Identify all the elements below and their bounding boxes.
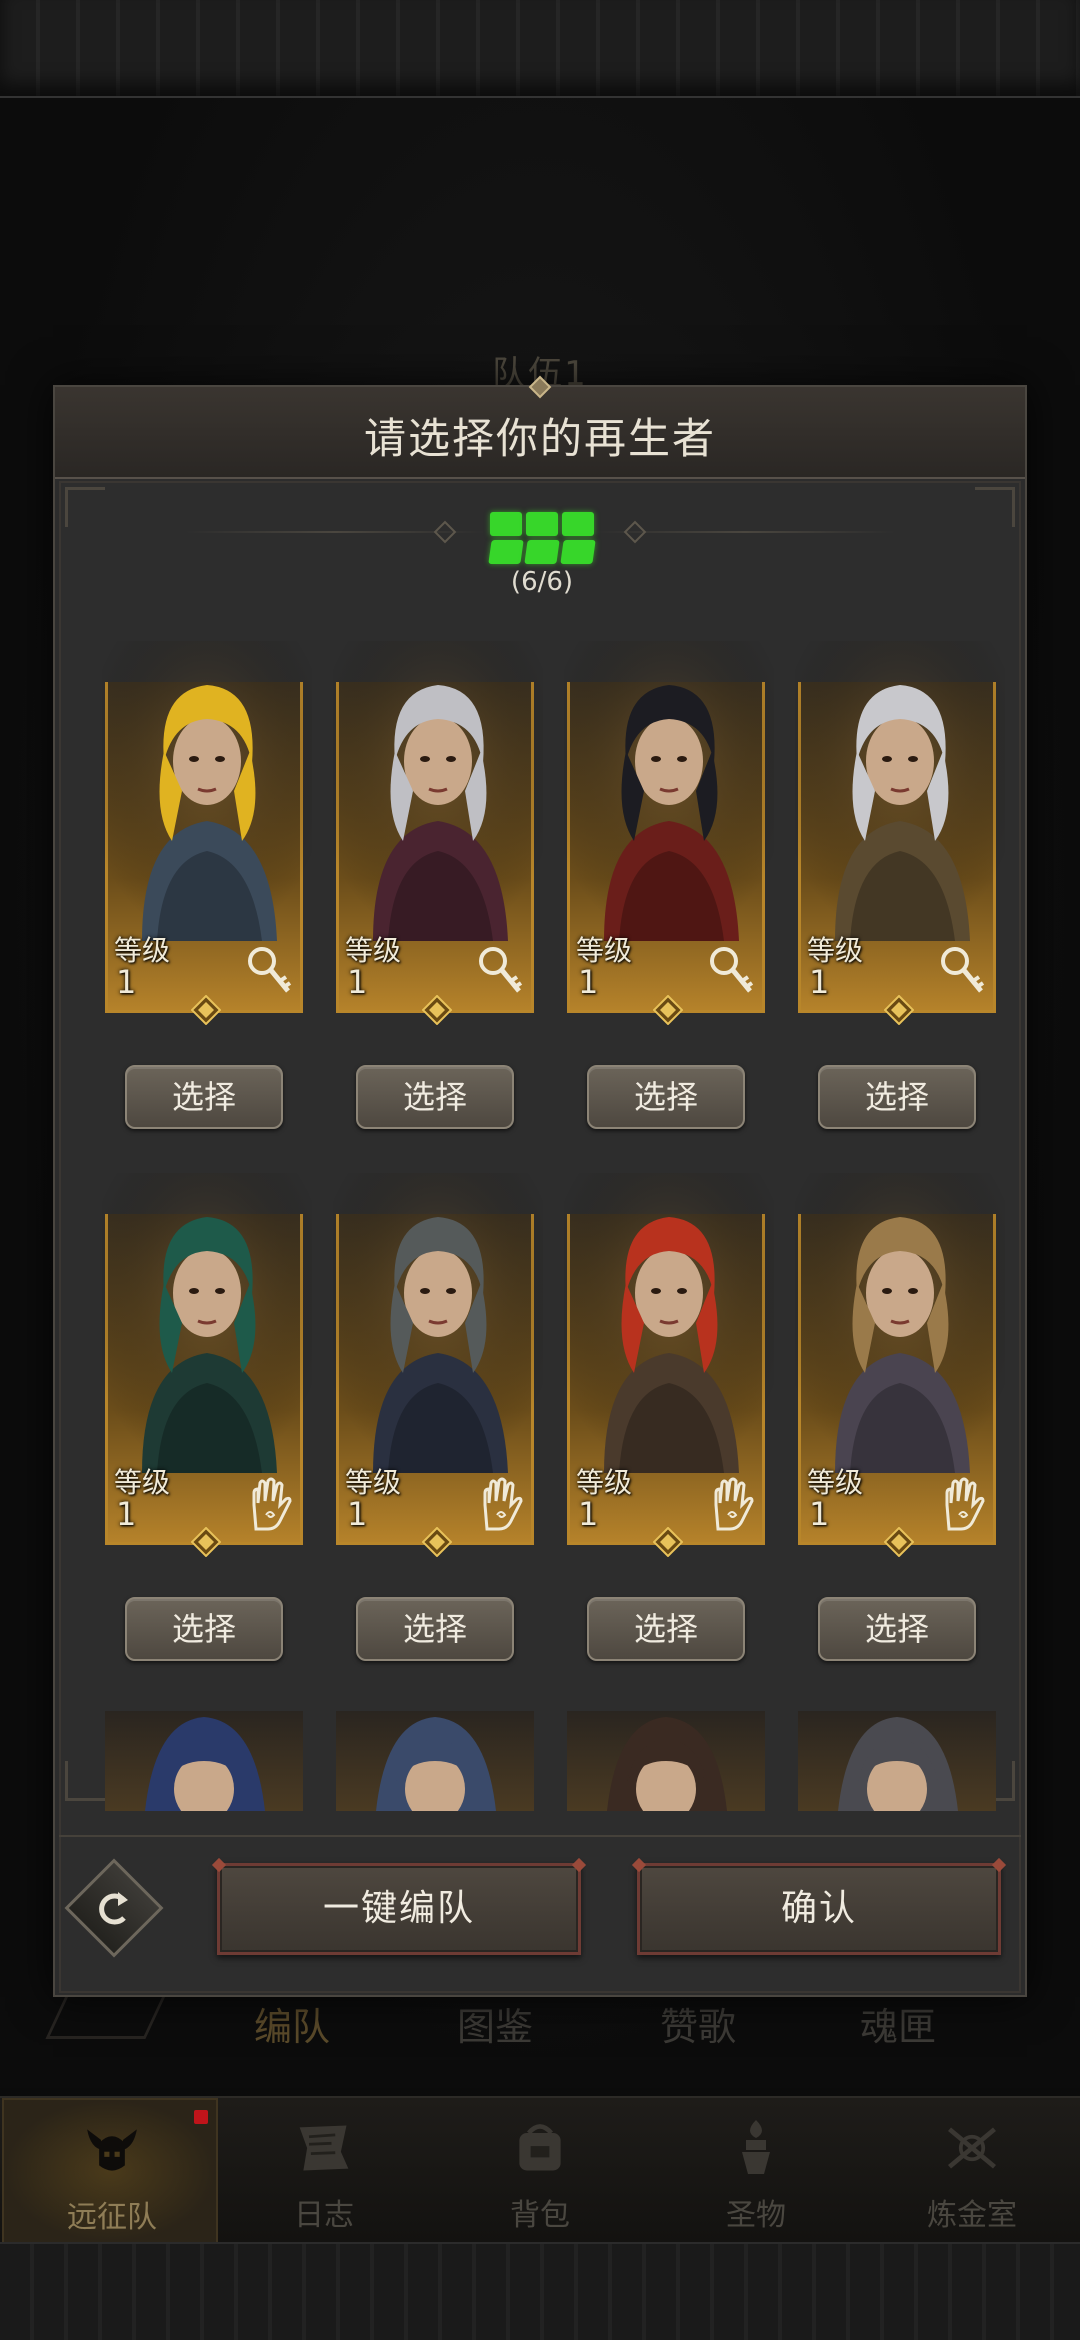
diamond-gem-icon [884, 1527, 914, 1557]
select-hero-button[interactable]: 选择 [356, 1597, 514, 1661]
hero-card[interactable]: 等级 1 [564, 641, 774, 1025]
hero-card-partial[interactable] [567, 1711, 765, 1811]
nav-label-relics: 圣物 [726, 2198, 786, 2233]
level-value: 1 [116, 963, 137, 1001]
slot-filled [488, 540, 524, 564]
hero-portrait [607, 1717, 727, 1811]
select-hero-button[interactable]: 选择 [125, 1065, 283, 1129]
level-value: 1 [809, 1495, 830, 1533]
hero-portrait [795, 641, 1005, 941]
nav-label-alchemy: 炼金室 [927, 2198, 1017, 2233]
diamond-gem-icon [191, 1527, 221, 1557]
key-icon [475, 943, 525, 999]
nav-alchemy[interactable]: 炼金室 [864, 2098, 1080, 2244]
level-value: 1 [116, 1495, 137, 1533]
diamond-gem-icon [191, 995, 221, 1025]
diamond-gem-icon [653, 1527, 683, 1557]
level-value: 1 [347, 963, 368, 1001]
hand-icon [706, 1475, 756, 1531]
bottom-navigation: 远征队 日志 背包 圣物 炼金室 [0, 2096, 1080, 2244]
level-value: 1 [809, 963, 830, 1001]
bottom-strip [0, 2242, 1080, 2340]
diamond-gem-icon [422, 995, 452, 1025]
relic-icon [726, 2116, 786, 2180]
tab-codex: 图鉴 [456, 2005, 533, 2049]
level-value: 1 [578, 1495, 599, 1533]
select-hero-button[interactable]: 选择 [587, 1065, 745, 1129]
hero-card-partial[interactable] [336, 1711, 534, 1811]
level-value: 1 [578, 963, 599, 1001]
tab-soul-box: 魂匣 [859, 2005, 936, 2049]
hero-card[interactable]: 等级 1 [102, 1173, 312, 1557]
slot-filled [526, 512, 558, 536]
bag-icon [510, 2116, 570, 2180]
hero-card[interactable]: 等级 1 [333, 641, 543, 1025]
select-hero-button[interactable]: 选择 [818, 1597, 976, 1661]
select-hero-button[interactable]: 选择 [125, 1597, 283, 1661]
hero-card-partial[interactable] [798, 1711, 996, 1811]
select-hero-button[interactable]: 选择 [818, 1065, 976, 1129]
notification-badge [194, 2110, 208, 2124]
corner-ornament [65, 487, 105, 527]
nav-backpack[interactable]: 背包 [432, 2098, 648, 2244]
nav-relics[interactable]: 圣物 [648, 2098, 864, 2244]
auto-formation-button[interactable]: 一键编队 [217, 1863, 581, 1955]
diamond-gem-icon [653, 995, 683, 1025]
corner-ornament [975, 487, 1015, 527]
hero-card[interactable]: 等级 1 [564, 1173, 774, 1557]
nav-expedition[interactable]: 远征队 [2, 2098, 218, 2244]
undo-icon [86, 1880, 142, 1936]
hero-card[interactable]: 等级 1 [795, 1173, 1005, 1557]
hero-portrait [102, 641, 312, 941]
hand-icon [475, 1475, 525, 1531]
corner-ornament [65, 1761, 105, 1801]
alchemy-icon [942, 2116, 1002, 2180]
modal-title: 请选择你的再生者 [363, 414, 716, 463]
team-slots-indicator [488, 512, 598, 564]
footer-divider [59, 1835, 1021, 1837]
hero-portrait [333, 1173, 543, 1473]
nav-label-journal: 日志 [294, 2198, 354, 2233]
hero-card[interactable]: 等级 1 [102, 641, 312, 1025]
background-tabs: 编队 图鉴 赞歌 魂匣 [0, 1990, 1080, 2060]
nav-journal[interactable]: 日志 [216, 2098, 432, 2244]
hero-portrait [145, 1717, 265, 1811]
modal-header: 请选择你的再生者 [55, 375, 1025, 479]
diamond-gem-icon [422, 1527, 452, 1557]
hand-icon [244, 1475, 294, 1531]
nav-label-expedition: 远征队 [67, 2200, 157, 2235]
tab-formation: 编队 [253, 2005, 330, 2049]
key-icon [706, 943, 756, 999]
diamond-gem-icon [884, 995, 914, 1025]
select-hero-modal: 请选择你的再生者 (6/6) 等级 1 选择 等级 1 选择 等级 1 选择 等级 1 选择 等级 1 选择… [53, 375, 1027, 1997]
horned-helmet-icon [82, 2118, 142, 2182]
hero-portrait [564, 641, 774, 941]
slot-filled [490, 512, 522, 536]
select-hero-button[interactable]: 选择 [356, 1065, 514, 1129]
hero-portrait [564, 1173, 774, 1473]
nav-label-backpack: 背包 [510, 2198, 570, 2233]
slots-count: (6/6) [510, 567, 574, 597]
key-icon [937, 943, 987, 999]
hero-card-partial[interactable] [105, 1711, 303, 1811]
hero-portrait [795, 1173, 1005, 1473]
level-value: 1 [347, 1495, 368, 1533]
select-hero-button[interactable]: 选择 [587, 1597, 745, 1661]
hand-icon [937, 1475, 987, 1531]
hero-portrait [838, 1717, 958, 1811]
top-bar [0, 0, 1080, 98]
slot-filled [562, 512, 594, 536]
hero-card[interactable]: 等级 1 [795, 641, 1005, 1025]
confirm-button[interactable]: 确认 [637, 1863, 1001, 1955]
key-icon [244, 943, 294, 999]
slot-filled [524, 540, 560, 564]
hero-portrait [333, 641, 543, 941]
hero-card[interactable]: 等级 1 [333, 1173, 543, 1557]
scroll-icon [294, 2116, 354, 2180]
hero-portrait [376, 1717, 496, 1811]
hero-portrait [102, 1173, 312, 1473]
slot-filled [560, 540, 596, 564]
tab-hymn: 赞歌 [659, 2005, 736, 2049]
